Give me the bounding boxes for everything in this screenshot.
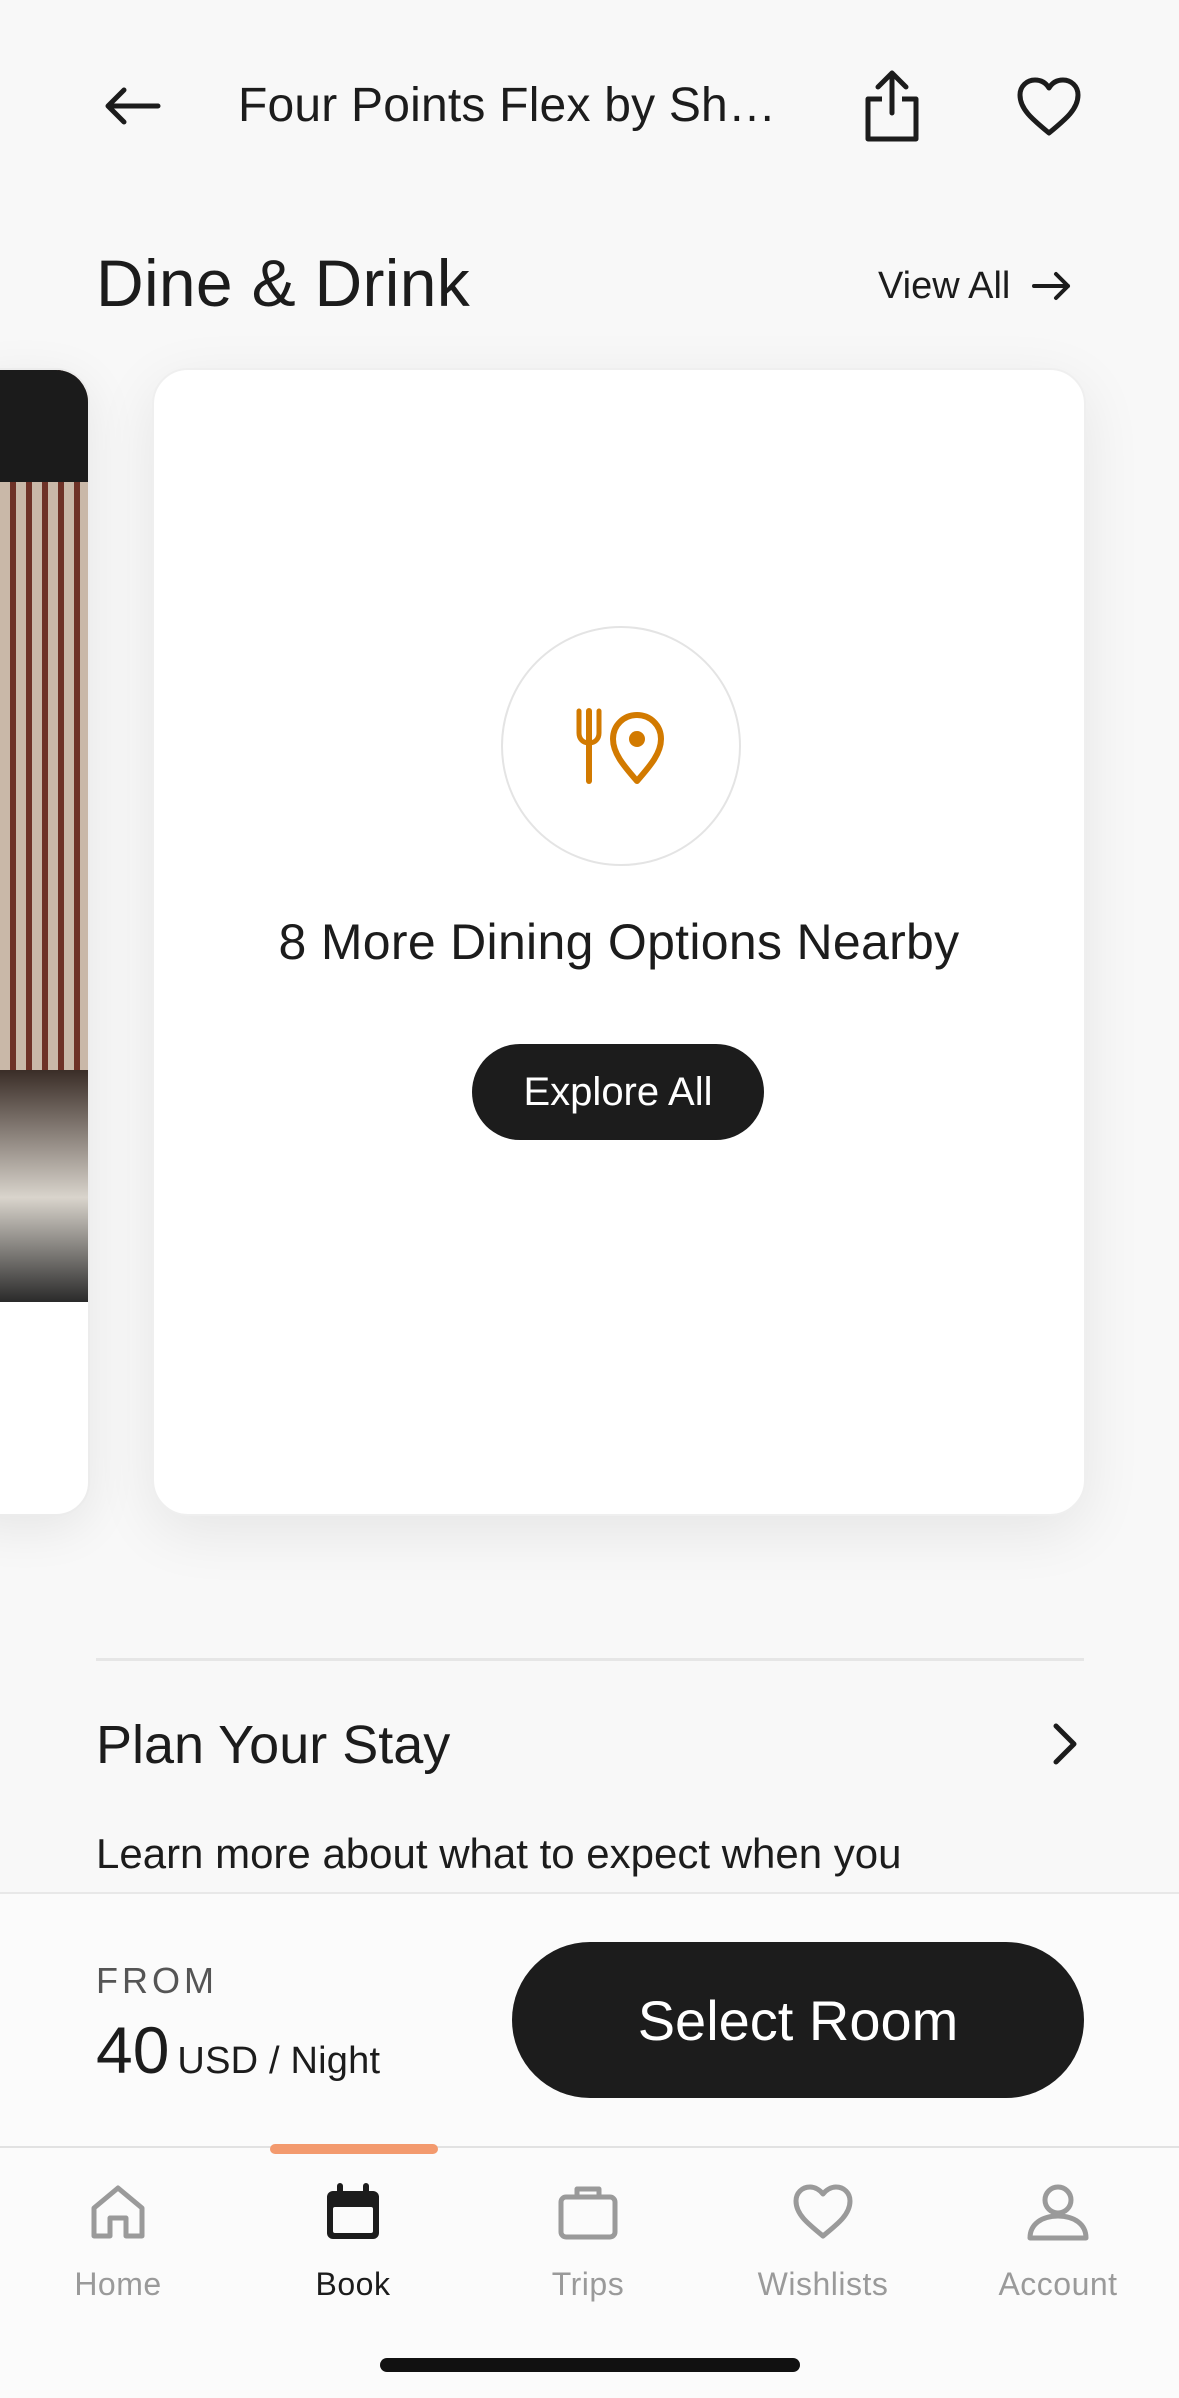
fork-location-pin-icon xyxy=(576,708,664,784)
arrow-right-icon xyxy=(1032,272,1071,300)
heart-icon xyxy=(793,2184,853,2239)
tab-wishlists[interactable]: Wishlists xyxy=(723,2176,923,2326)
active-tab-indicator xyxy=(270,2144,438,2154)
share-button[interactable] xyxy=(852,64,932,148)
top-app-bar: Four Points Flex by Sheraton xyxy=(0,0,1179,215)
dine-drink-title: Dine & Drink xyxy=(96,246,471,320)
price-unit: USD / Night xyxy=(177,2040,381,2082)
booking-bar: FROM 40 USD / Night Select Room xyxy=(0,1892,1179,2148)
tab-wishlists-label: Wishlists xyxy=(757,2266,889,2302)
arrow-left-icon xyxy=(105,87,161,125)
tab-trips[interactable]: Trips xyxy=(488,2176,688,2326)
dining-icon-circle xyxy=(501,626,741,866)
price-display: 40 USD / Night xyxy=(96,2010,380,2101)
tab-account-label: Account xyxy=(998,2266,1118,2302)
tab-home-label: Home xyxy=(74,2266,162,2302)
calendar-icon xyxy=(327,2183,379,2239)
view-all-link[interactable]: View All xyxy=(878,258,1072,314)
tab-book-label: Book xyxy=(315,2266,391,2302)
explore-all-button[interactable]: Explore All xyxy=(472,1044,764,1140)
favorite-button[interactable] xyxy=(1008,66,1090,148)
share-icon xyxy=(865,70,919,142)
plan-your-stay-title: Plan Your Stay xyxy=(96,1715,451,1775)
heart-outline-icon xyxy=(1017,77,1081,136)
more-dining-card: 8 More Dining Options Nearby Explore All xyxy=(152,368,1086,1516)
section-divider xyxy=(96,1658,1084,1661)
price-value: 40 xyxy=(96,2013,170,2087)
restaurant-photo-floor xyxy=(0,1070,88,1302)
hotel-title: Four Points Flex by Sheraton xyxy=(238,79,798,132)
plan-your-stay-description: Learn more about what to expect when you xyxy=(96,1830,902,1877)
suitcase-icon xyxy=(558,2186,618,2240)
from-label: FROM xyxy=(96,1960,218,2001)
home-indicator[interactable] xyxy=(380,2358,800,2372)
back-button[interactable] xyxy=(96,70,168,142)
select-room-button[interactable]: Select Room xyxy=(512,1942,1084,2098)
plan-your-stay-row[interactable]: Plan Your Stay xyxy=(96,1700,1086,1790)
tab-book[interactable]: Book xyxy=(253,2176,453,2326)
home-icon xyxy=(91,2185,145,2239)
tab-trips-label: Trips xyxy=(551,2266,625,2302)
tab-home[interactable]: Home xyxy=(18,2176,218,2326)
more-dining-options-text: 8 More Dining Options Nearby xyxy=(278,914,960,970)
person-icon xyxy=(1027,2184,1089,2241)
view-all-label: View All xyxy=(878,264,1011,307)
restaurant-card-previous[interactable] xyxy=(0,368,90,1516)
chevron-right-icon xyxy=(1053,1723,1077,1765)
tab-account[interactable]: Account xyxy=(958,2176,1158,2326)
